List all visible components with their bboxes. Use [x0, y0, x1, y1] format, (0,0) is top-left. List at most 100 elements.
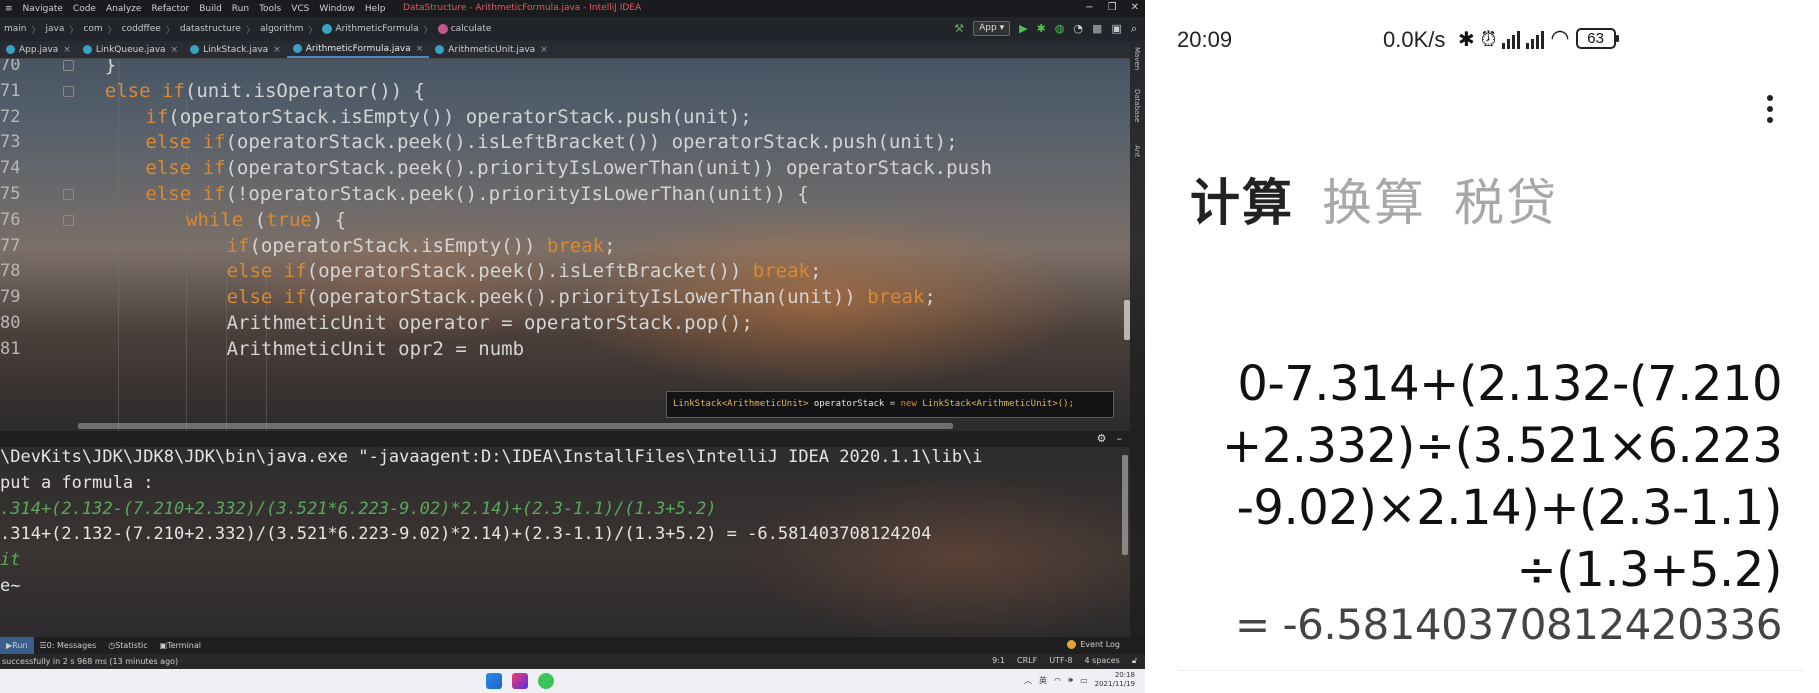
chevron-right-icon: 〉: [308, 25, 318, 36]
lock-icon[interactable]: 🔓︎: [1132, 656, 1137, 666]
tab-label: ArithmeticUnit.java: [448, 44, 536, 55]
menu-item[interactable]: Refactor: [146, 4, 194, 14]
editor-tab[interactable]: LinkStack.java ×: [184, 41, 287, 58]
clock-date: 2021/11/19: [1094, 680, 1135, 688]
close-tab-icon[interactable]: ×: [63, 45, 71, 55]
breadcrumb-label: calculate: [450, 24, 492, 34]
fold-marker-icon[interactable]: [63, 60, 74, 71]
taskbar-clock[interactable]: 20:18 2021/11/19: [1095, 671, 1135, 689]
menu-item[interactable]: Navigate: [18, 4, 68, 14]
fold-marker-icon[interactable]: [63, 214, 74, 226]
maximize-button[interactable]: ❐: [1108, 2, 1117, 13]
chevron-right-icon: 〉: [423, 25, 433, 36]
calculator-app-screen: 20:09 0.0K/s ✱ ⏰︎ ◠ 63 计算 换算 税贷 0-7.314+(2…: [1162, 0, 1819, 693]
breadcrumb-item[interactable]: algorithm 〉: [260, 23, 322, 36]
more-options-icon[interactable]: [1767, 95, 1773, 123]
close-button[interactable]: ✕: [1131, 2, 1139, 13]
build-hammer-icon[interactable]: ⚒: [954, 22, 964, 35]
editor-tab[interactable]: ArithmeticUnit.java ×: [429, 41, 553, 58]
maven-tool-button[interactable]: Maven: [1133, 47, 1141, 70]
menu-item[interactable]: Help: [360, 4, 391, 14]
console-scrollbar[interactable]: [1122, 455, 1128, 555]
run-panel-header: ⚙ –: [0, 431, 1130, 447]
editor-tab[interactable]: ArithmeticFormula.java ×: [286, 41, 430, 58]
caret-position[interactable]: 9:1: [992, 656, 1005, 666]
wifi-icon: ◠: [1550, 26, 1570, 51]
breadcrumb-item[interactable]: java 〉: [46, 23, 84, 36]
hide-panel-icon[interactable]: –: [1117, 432, 1123, 445]
tool-window-messages[interactable]: ☰ 0: Messages: [34, 637, 103, 654]
wifi-icon[interactable]: ◠: [1054, 676, 1061, 685]
debug-icon[interactable]: ✱: [1037, 22, 1046, 35]
event-log-button[interactable]: Event Log: [1067, 640, 1120, 649]
close-tab-icon[interactable]: ×: [273, 45, 281, 55]
minimize-button[interactable]: −: [1085, 2, 1093, 13]
expression-line: ÷(1.3+5.2): [1516, 542, 1782, 598]
fold-marker-icon[interactable]: [63, 85, 74, 97]
network-speed: 0.0K/s: [1383, 27, 1446, 52]
close-tab-icon[interactable]: ×: [416, 44, 424, 54]
mode-tab[interactable]: 换算: [1322, 163, 1426, 235]
breadcrumb-item[interactable]: coddffee 〉: [122, 23, 180, 36]
tool-window-terminal[interactable]: ▣ Terminal: [154, 637, 207, 654]
breadcrumb-item[interactable]: ArithmeticFormula 〉: [322, 23, 437, 36]
right-tool-strip: Maven Database Ant: [1130, 41, 1145, 641]
tool-window-run[interactable]: ▶ Run: [0, 637, 34, 654]
menu-item[interactable]: VCS: [286, 4, 314, 14]
menu-item[interactable]: Code: [68, 4, 101, 14]
menu-item[interactable]: Tools: [254, 4, 286, 14]
java-class-icon: [190, 45, 200, 54]
run-configuration-select[interactable]: App ▾: [973, 21, 1011, 36]
ant-tool-button[interactable]: Ant: [1133, 145, 1141, 157]
project-structure-icon[interactable]: ▣: [1111, 22, 1121, 35]
breadcrumb-item[interactable]: main 〉: [4, 23, 46, 36]
editor-vertical-scrollbar[interactable]: [1124, 300, 1130, 340]
battery-icon[interactable]: ▭: [1080, 676, 1088, 685]
code-editor[interactable]: 70} 71 else if(unit.isOperator()) {72 if(op…: [0, 59, 1130, 431]
tool-window-statistic[interactable]: ◷ Statistic: [102, 637, 153, 654]
keyword-token: true: [266, 208, 312, 231]
run-console[interactable]: \DevKits\JDK\JDK8\JDK\bin\java.exe "-jav…: [0, 447, 1130, 637]
editor-horizontal-scrollbar[interactable]: [78, 423, 953, 429]
editor-tab[interactable]: App.java ×: [0, 41, 77, 58]
mode-tab[interactable]: 计算: [1190, 163, 1294, 235]
close-tab-icon[interactable]: ×: [171, 45, 179, 55]
profile-icon[interactable]: ◔: [1073, 22, 1083, 35]
breadcrumb-item[interactable]: calculate: [437, 23, 492, 36]
run-icon[interactable]: ▶: [1019, 22, 1027, 35]
start-windows-icon[interactable]: [486, 673, 502, 689]
tooltip-equals: =: [889, 399, 896, 409]
java-class-icon: [82, 45, 92, 54]
mode-tab[interactable]: 税贷: [1454, 163, 1558, 235]
code-token: (unit.isOperator()) {: [184, 79, 426, 102]
editor-tabs: App.java × LinkQueue.java × LinkStack.java × A…: [0, 41, 1130, 59]
indent-setting[interactable]: 4 spaces: [1085, 656, 1120, 666]
method-icon: [437, 24, 448, 34]
tooltip-type: LinkStack<ArithmeticUnit>: [673, 399, 809, 409]
menu-item[interactable]: Analyze: [101, 4, 146, 14]
wechat-app-icon[interactable]: [538, 673, 554, 689]
menu-item[interactable]: Build: [194, 4, 227, 14]
fold-marker-icon[interactable]: [63, 189, 74, 200]
menu-item[interactable]: ≡: [0, 4, 18, 14]
chevron-up-icon[interactable]: ︿: [1024, 675, 1032, 686]
line-separator[interactable]: CRLF: [1017, 656, 1037, 666]
editor-tab[interactable]: LinkQueue.java ×: [77, 41, 184, 58]
menu-item[interactable]: Window: [314, 4, 360, 14]
menu-item[interactable]: Run: [227, 4, 254, 14]
volume-icon[interactable]: 🕪︎: [1068, 675, 1073, 685]
stop-icon[interactable]: ■: [1092, 22, 1102, 35]
file-encoding[interactable]: UTF-8: [1049, 656, 1072, 666]
coverage-icon[interactable]: ◍: [1055, 22, 1065, 35]
ime-indicator[interactable]: 英: [1039, 675, 1047, 686]
breadcrumb-item[interactable]: com 〉: [83, 23, 121, 36]
search-icon[interactable]: ⌕: [1131, 22, 1137, 36]
database-tool-button[interactable]: Database: [1133, 89, 1141, 122]
breadcrumb-item[interactable]: datastructure 〉: [180, 23, 260, 36]
code-text: ArithmeticUnit opr2 = numb: [227, 334, 524, 364]
settings-gear-icon[interactable]: ⚙: [1097, 432, 1107, 445]
close-tab-icon[interactable]: ×: [540, 45, 548, 55]
intellij-app-icon[interactable]: [512, 673, 528, 689]
window-title: DataStructure - ArithmeticFormula.java -…: [403, 3, 642, 13]
code-token: ;: [924, 286, 936, 309]
